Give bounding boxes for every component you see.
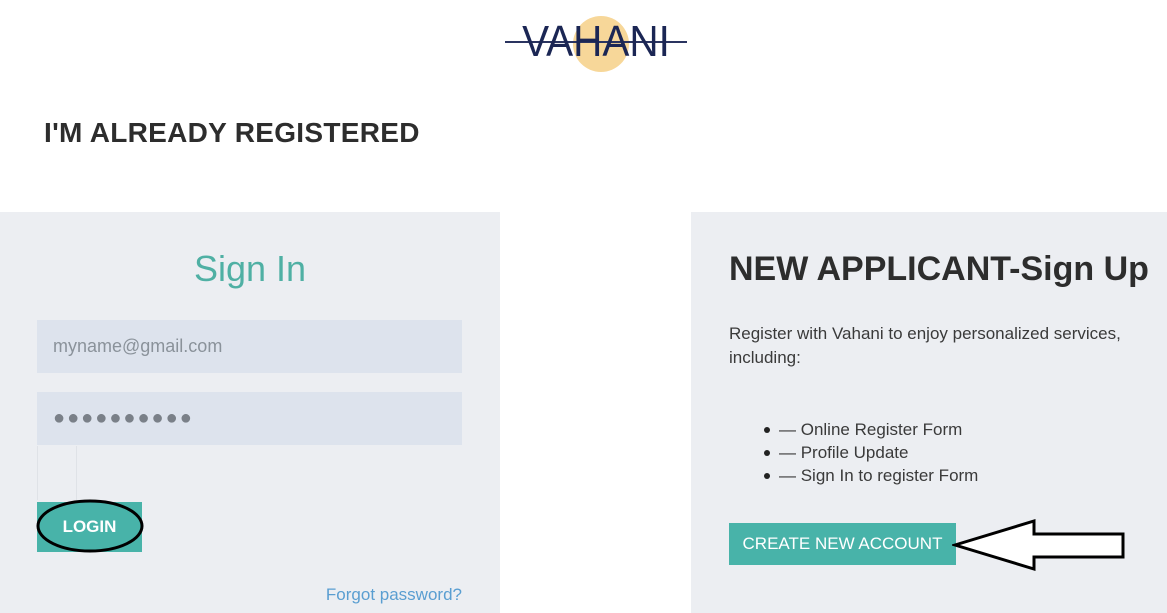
- signup-title: NEW APPLICANT-Sign Up: [729, 250, 1149, 288]
- vahani-logo: VAHANI: [505, 14, 687, 72]
- already-registered-heading: I'M ALREADY REGISTERED: [44, 117, 420, 148]
- signup-description: Register with Vahani to enjoy personaliz…: [729, 324, 1121, 367]
- logo-text: VAHANI: [522, 17, 670, 66]
- signin-title: Sign In: [193, 248, 307, 289]
- benefits-list: — Online Register Form — Profile Update …: [764, 418, 978, 487]
- benefit-item: — Profile Update: [764, 441, 978, 464]
- email-field[interactable]: [37, 320, 462, 373]
- remember-me-checkbox[interactable]: [37, 446, 77, 500]
- forgot-password-link[interactable]: Forgot password?: [326, 585, 462, 605]
- benefit-item: — Online Register Form: [764, 418, 978, 441]
- password-field[interactable]: [37, 392, 462, 445]
- benefit-item: — Sign In to register Form: [764, 464, 978, 487]
- create-account-button[interactable]: CREATE NEW ACCOUNT: [729, 523, 956, 565]
- login-button[interactable]: LOGIN: [37, 502, 142, 552]
- arrow-annotation-icon: [952, 518, 1125, 572]
